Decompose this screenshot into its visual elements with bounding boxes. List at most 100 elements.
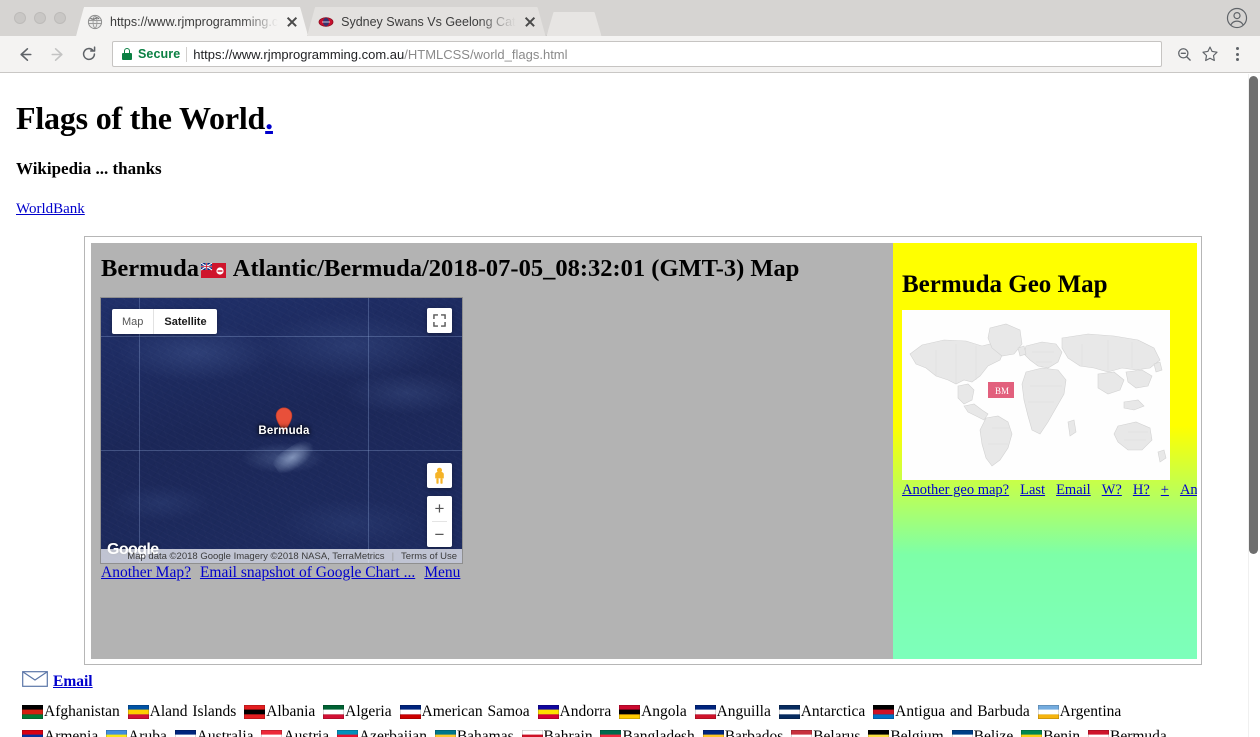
close-icon[interactable] [523,15,537,29]
another-map-link[interactable]: Another Map? [101,564,191,581]
country-flag-icon [791,729,813,737]
country-flag-icon [778,704,800,726]
terms-of-use-link[interactable]: Terms of Use [401,551,457,562]
google-map-panel: Bermuda Atlantic/Bermuda/2018-07-05_08:3… [91,243,893,659]
last-link[interactable]: Last [1020,482,1045,498]
map-heading-country: Bermuda [101,255,199,282]
close-window-button[interactable] [14,12,26,24]
another-link-truncated[interactable]: Anoth [1180,482,1197,498]
country-flag-icon [1087,729,1109,737]
pegman-streetview-icon[interactable] [427,463,452,489]
google-map-canvas[interactable]: Map Satellite + − Bermuda Map data ©2018… [101,298,462,564]
star-icon[interactable] [1198,42,1222,66]
another-geo-map-link[interactable]: Another geo map? [902,482,1009,498]
graticule-line [101,336,462,338]
secure-label: Secure [138,47,181,61]
flag-list-item: Angola [619,703,687,720]
kebab-menu-icon[interactable] [1224,41,1250,67]
fullscreen-icon[interactable] [427,308,452,334]
close-icon[interactable] [285,15,299,29]
address-bar[interactable]: Secure https://www.rjmprogramming.com.au… [112,41,1162,67]
lock-icon [122,48,132,60]
flag-list-item: Algeria [323,703,392,720]
graticule-line [368,298,369,564]
plus-link[interactable]: + [1161,482,1169,498]
country-name: Belgium [890,728,944,737]
country-flag-icon [537,704,559,726]
email-row: Email [22,671,1241,692]
zoom-in-button[interactable]: + [427,496,452,521]
country-name: Belarus [813,728,861,737]
flag-list-item: Antigua and Barbuda [873,703,1030,720]
email-link[interactable]: Email [1056,482,1091,498]
zoom-out-icon[interactable] [1172,42,1196,66]
minimize-window-button[interactable] [34,12,46,24]
divider: | [391,550,395,562]
width-link[interactable]: W? [1102,482,1122,498]
browser-tab-active[interactable]: https://www.rjmprogramming.c [76,7,308,36]
country-flag-icon [600,729,622,737]
envelope-icon [22,671,48,692]
country-flag-icon [261,729,283,737]
worldbank-link[interactable]: WorldBank [16,201,85,217]
graticule-line [139,298,140,564]
country-flag-icon [336,729,358,737]
country-flag-icon [127,704,149,726]
flag-list-item: Bahamas [434,728,514,737]
email-snapshot-link[interactable]: Email snapshot of Google Chart ... [200,564,415,581]
country-name: Azerbaijan [358,728,427,737]
map-type-switcher[interactable]: Map Satellite [112,309,217,335]
flag-list-item: Argentina [1037,703,1121,720]
flag-list-item: Belize [951,728,1013,737]
flag-list-item: Belarus [791,728,860,737]
country-flag-icon [951,729,973,737]
zoom-controls[interactable]: + − [427,496,452,548]
map-type-satellite-button[interactable]: Satellite [154,309,216,334]
profile-avatar-icon[interactable] [1220,1,1254,35]
world-map-svg: BM [902,310,1170,480]
country-flag-icon [1021,729,1043,737]
browser-tab-inactive[interactable]: Sydney Swans Vs Geelong Cat [307,7,545,36]
geo-world-map[interactable]: BM [902,310,1170,480]
geo-links-row: Another geo map? Last Email W? H? + Anoth [893,482,1197,499]
country-name: Aruba [128,728,167,737]
zoom-out-button[interactable]: − [427,522,452,547]
flag-list-item: Andorra [537,703,611,720]
url-path: /HTMLCSS/world_flags.html [404,46,568,62]
height-link[interactable]: H? [1133,482,1150,498]
maps-container: Bermuda Atlantic/Bermuda/2018-07-05_08:3… [84,236,1202,665]
address-bar-url: https://www.rjmprogramming.com.au/HTMLCS… [193,47,567,62]
country-name: American Samoa [421,703,530,720]
maximize-window-button[interactable] [54,12,66,24]
back-arrow-icon[interactable] [10,39,40,69]
bermuda-flag-icon [200,255,226,286]
divider [186,46,188,62]
email-link[interactable]: Email [53,673,93,691]
menu-link[interactable]: Menu [424,564,460,581]
flag-list-item: Anguilla [694,703,771,720]
country-flag-icon [1037,704,1059,726]
football-icon [318,14,334,30]
page-title-link[interactable]: . [265,100,273,136]
country-name: Anguilla [716,703,771,720]
flag-list-item: Belgium [868,728,944,737]
country-flag-icon [22,704,43,726]
scrollbar-thumb[interactable] [1249,76,1258,554]
reload-icon[interactable] [74,39,104,69]
flag-list-item: Afghanistan [22,703,120,720]
new-tab-button[interactable] [547,12,602,36]
country-name: Austria [283,728,330,737]
country-flag-icon [244,704,266,726]
page-subtitle: Wikipedia ... thanks [16,159,162,178]
flag-list-item: Albania [244,703,315,720]
country-name: Bangladesh [622,728,695,737]
map-type-map-button[interactable]: Map [112,309,155,335]
page-viewport: Flags of the World. Wikipedia ... thanks… [0,74,1260,737]
country-flag-icon [702,729,724,737]
country-flag-icon [873,704,895,726]
forward-arrow-icon [42,39,72,69]
geo-map-panel: Bermuda Geo Map BM Another geo map? Last… [893,243,1197,659]
flag-list-item: Bermuda [1087,728,1167,737]
page-scrollbar[interactable] [1246,74,1260,737]
flag-list-item: Bahrain [521,728,593,737]
